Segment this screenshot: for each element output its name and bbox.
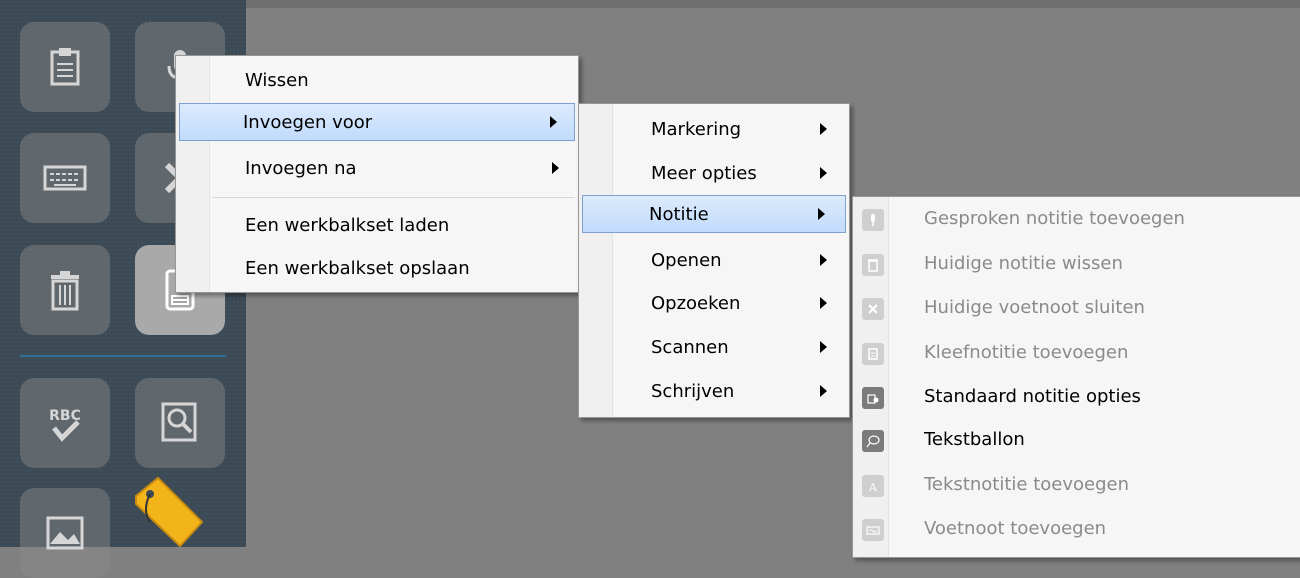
menu-item-label: Schrijven: [651, 380, 735, 402]
notitie-item-voetnoot[interactable]: Voetnoot toevoegen: [856, 508, 1298, 552]
trash-icon: [862, 254, 884, 276]
notitie-item-voetnoot-sluiten[interactable]: Huidige voetnoot sluiten: [856, 287, 1298, 331]
submenu-item-openen[interactable]: Openen: [582, 241, 846, 279]
menu-item-label: Tekstnotitie toevoegen: [924, 474, 1129, 495]
menu-separator: [212, 197, 575, 198]
menu-item-label: Gesproken notitie toevoegen: [924, 208, 1185, 229]
footnote-icon: [862, 519, 884, 541]
menu-item-label: Invoegen voor: [243, 111, 373, 133]
magnifier-document-button[interactable]: [135, 378, 225, 468]
spellcheck-button[interactable]: RBC: [20, 378, 110, 468]
keyboard-button[interactable]: [20, 133, 110, 223]
submenu-item-notitie[interactable]: Notitie: [582, 195, 846, 233]
menu-item-invoegen-na[interactable]: Invoegen na: [179, 149, 575, 187]
note-options-icon: [862, 387, 884, 409]
sticky-note-icon: [862, 343, 884, 365]
submenu-item-meer-opties[interactable]: Meer opties: [582, 154, 846, 192]
trash-button[interactable]: [20, 245, 110, 335]
menu-item-label: Openen: [651, 249, 722, 271]
menu-item-label: Scannen: [651, 336, 729, 358]
submenu-arrow-icon: [818, 208, 825, 220]
toolbar-separator: [20, 355, 226, 357]
menu-item-label: Tekstballon: [924, 429, 1025, 450]
menu-item-invoegen-voor[interactable]: Invoegen voor: [179, 103, 575, 141]
menu-item-label: Wissen: [245, 69, 309, 91]
menu-item-label: Markering: [651, 118, 742, 140]
submenu-arrow-icon: [820, 297, 827, 309]
menu-item-werkbalkset-opslaan[interactable]: Een werkbalkset opslaan: [179, 249, 575, 287]
context-menu: Wissen Invoegen voor Invoegen na Een wer…: [175, 55, 579, 293]
submenu-item-opzoeken[interactable]: Opzoeken: [582, 284, 846, 322]
submenu-arrow-icon: [820, 254, 827, 266]
menu-item-label: Invoegen na: [245, 157, 357, 179]
menu-item-label: Standaard notitie opties: [924, 386, 1141, 407]
notitie-item-gesproken-notitie[interactable]: Gesproken notitie toevoegen: [856, 198, 1298, 242]
submenu-arrow-icon: [820, 341, 827, 353]
clipboard-paste-button[interactable]: [20, 22, 110, 112]
notitie-item-standaard-opties[interactable]: Standaard notitie opties: [856, 376, 1298, 420]
submenu-arrow-icon: [820, 167, 827, 179]
menu-item-label: Huidige notitie wissen: [924, 253, 1123, 274]
spellcheck-icon: RBC: [49, 408, 81, 442]
clipboard-paste-icon: [50, 48, 80, 86]
notitie-item-huidige-notitie-wissen[interactable]: Huidige notitie wissen: [856, 243, 1298, 287]
magnifier-document-icon: [161, 402, 197, 442]
menu-item-label: Een werkbalkset laden: [245, 214, 450, 236]
submenu-item-scannen[interactable]: Scannen: [582, 328, 846, 366]
tag-icon: [135, 476, 204, 548]
menu-item-label: Een werkbalkset opslaan: [245, 257, 470, 279]
trash-icon: [51, 271, 79, 311]
submenu-arrow-icon: [820, 385, 827, 397]
submenu-item-schrijven[interactable]: Schrijven: [582, 372, 846, 410]
tag-button[interactable]: [128, 474, 208, 548]
menu-item-label: Opzoeken: [651, 292, 741, 314]
menu-item-label: Notitie: [649, 203, 709, 225]
image-icon: [46, 516, 84, 550]
workspace-top-strip: [246, 0, 1300, 8]
menu-item-label: Kleefnotitie toevoegen: [924, 342, 1129, 363]
menu-item-werkbalkset-laden[interactable]: Een werkbalkset laden: [179, 206, 575, 244]
image-button[interactable]: [20, 488, 110, 578]
menu-item-wissen[interactable]: Wissen: [179, 61, 575, 99]
menu-item-label: Meer opties: [651, 162, 757, 184]
speech-bubble-icon: [862, 430, 884, 452]
submenu-notitie: Gesproken notitie toevoegen Huidige noti…: [852, 196, 1300, 558]
menu-item-label: Voetnoot toevoegen: [924, 518, 1107, 539]
microphone-icon: [862, 209, 884, 231]
submenu-arrow-icon: [552, 162, 559, 174]
notitie-item-tekstnotitie[interactable]: A Tekstnotitie toevoegen: [856, 464, 1298, 508]
keyboard-icon: [43, 165, 87, 191]
close-icon: [862, 298, 884, 320]
svg-text:A: A: [868, 481, 878, 493]
notitie-item-tekstballon[interactable]: Tekstballon: [856, 419, 1298, 463]
submenu-arrow-icon: [820, 123, 827, 135]
submenu-invoegen-voor: Markering Meer opties Notitie Openen Opz…: [578, 103, 850, 418]
text-note-icon: A: [862, 475, 884, 497]
submenu-item-markering[interactable]: Markering: [582, 110, 846, 148]
notitie-item-kleefnotitie[interactable]: Kleefnotitie toevoegen: [856, 332, 1298, 376]
submenu-arrow-icon: [550, 116, 557, 128]
menu-item-label: Huidige voetnoot sluiten: [924, 297, 1145, 318]
